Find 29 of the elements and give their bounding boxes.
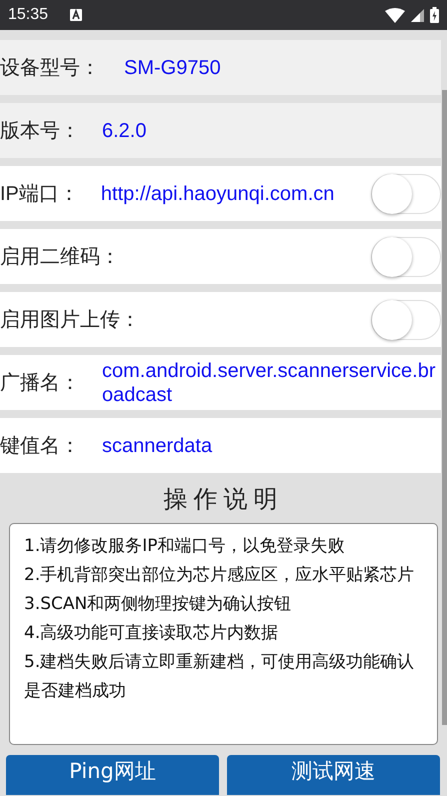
section-title: 操作说明 <box>162 484 284 515</box>
instruction-text: 3.SCAN和两侧物理按键为确认按钮 <box>24 593 292 616</box>
instruction-text: 4.高级功能可直接读取芯片内数据 <box>24 622 280 645</box>
setting-label: 版本号： <box>0 119 80 144</box>
wifi-icon <box>385 8 405 22</box>
notification-icon <box>70 9 82 21</box>
scrollbar[interactable] <box>442 90 447 725</box>
status-time: 15:35 <box>8 6 48 24</box>
setting-label: IP端口： <box>0 182 79 207</box>
setting-value[interactable]: scannerdata <box>102 434 441 458</box>
setting-label: 键值名： <box>0 434 80 459</box>
setting-value[interactable]: com.android.server.scannerservice.broadcast <box>102 358 441 406</box>
action-button[interactable]: Ping网址 <box>6 755 219 795</box>
instruction-text: 5.建档失败后请立即重新建档，可使用高级功能确认是否建档成功 <box>24 651 416 703</box>
setting-label: 启用图片上传： <box>0 308 140 333</box>
instruction-text: 2.手机背部突出部位为芯片感应区，应水平贴紧芯片 <box>24 564 416 587</box>
toggle-switch[interactable] <box>371 174 441 214</box>
setting-value: 6.2.0 <box>102 118 148 142</box>
action-button[interactable]: 测试网速 <box>227 755 440 795</box>
toggle-switch[interactable] <box>371 236 441 276</box>
setting-value[interactable]: http://api.haoyunqi.com.cn <box>100 182 373 206</box>
signal-icon <box>411 8 424 22</box>
battery-icon <box>430 7 439 23</box>
setting-value: SM-G9750 <box>124 56 222 80</box>
setting-label: 启用二维码： <box>0 245 120 270</box>
instruction-text: 1.请勿修改服务IP和端口号，以免登录失败 <box>24 535 346 558</box>
setting-label: 广播名： <box>0 371 80 396</box>
toggle-switch[interactable] <box>371 300 441 340</box>
setting-label: 设备型号： <box>0 56 100 81</box>
